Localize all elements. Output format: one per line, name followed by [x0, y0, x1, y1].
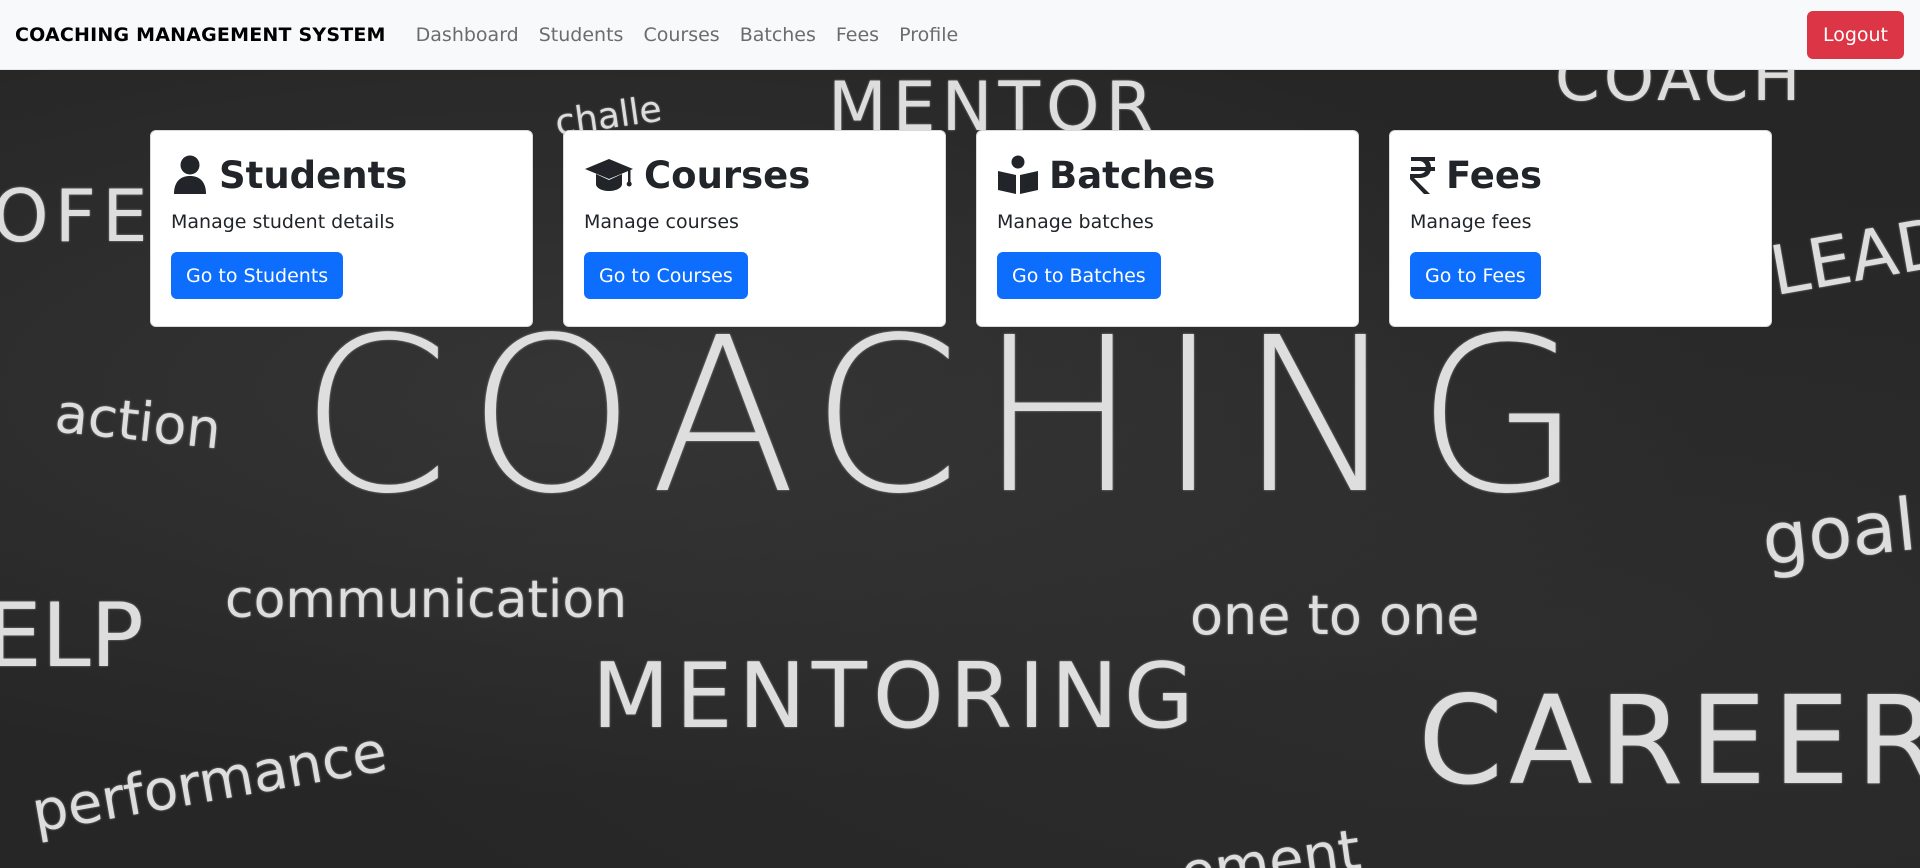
bg-word-improvement: ement — [1176, 817, 1365, 868]
bg-word-mentoring: MENTORING — [592, 644, 1200, 749]
nav-link-batches[interactable]: Batches — [730, 24, 826, 46]
card-fees: Fees Manage fees Go to Fees — [1389, 130, 1772, 327]
rupee-icon — [1410, 155, 1436, 195]
dashboard-cards: Students Manage student details Go to St… — [150, 130, 1772, 327]
bg-word-coach: COACH — [1555, 70, 1805, 116]
bg-word-career: CAREER — [1418, 670, 1920, 812]
card-courses: Courses Manage courses Go to Courses — [563, 130, 946, 327]
bg-word-one-to-one: one to one — [1190, 584, 1480, 647]
bg-word-coaching: COACHING — [300, 292, 1601, 541]
go-to-batches-button[interactable]: Go to Batches — [997, 252, 1161, 299]
book-reader-icon — [997, 155, 1039, 195]
card-title-row: Fees — [1410, 151, 1751, 199]
card-title: Fees — [1446, 153, 1542, 197]
graduation-cap-icon — [584, 155, 634, 195]
user-icon — [171, 155, 209, 195]
nav-links: Dashboard Students Courses Batches Fees … — [406, 24, 969, 46]
nav-link-fees[interactable]: Fees — [826, 24, 889, 46]
bg-word-performance: performance — [27, 719, 392, 846]
card-title: Batches — [1049, 153, 1216, 197]
card-students: Students Manage student details Go to St… — [150, 130, 533, 327]
go-to-fees-button[interactable]: Go to Fees — [1410, 252, 1541, 299]
nav-link-profile[interactable]: Profile — [889, 24, 968, 46]
bg-word-professional: OFE — [0, 174, 154, 258]
card-title-row: Students — [171, 151, 512, 199]
card-description: Manage student details — [171, 211, 395, 233]
nav-link-dashboard[interactable]: Dashboard — [406, 24, 529, 46]
card-title-row: Batches — [997, 151, 1338, 199]
bg-word-action: action — [52, 381, 225, 462]
bg-word-communication: communication — [225, 570, 628, 630]
nav-link-students[interactable]: Students — [529, 24, 634, 46]
bg-word-help: ELP — [0, 584, 144, 687]
card-description: Manage batches — [997, 211, 1154, 233]
card-description: Manage fees — [1410, 211, 1532, 233]
top-navbar: COACHING MANAGEMENT SYSTEM Dashboard Stu… — [0, 0, 1920, 70]
go-to-students-button[interactable]: Go to Students — [171, 252, 344, 299]
card-title: Students — [219, 153, 408, 197]
card-batches: Batches Manage batches Go to Batches — [976, 130, 1359, 327]
logout-button[interactable]: Logout — [1806, 11, 1904, 59]
brand-title[interactable]: COACHING MANAGEMENT SYSTEM — [15, 24, 386, 46]
nav-link-courses[interactable]: Courses — [633, 24, 729, 46]
bg-word-goal: goal — [1758, 482, 1920, 582]
card-title: Courses — [644, 153, 811, 197]
card-description: Manage courses — [584, 211, 739, 233]
bg-word-lead: LEAD — [1764, 202, 1920, 313]
card-title-row: Courses — [584, 151, 925, 199]
go-to-courses-button[interactable]: Go to Courses — [584, 252, 748, 299]
